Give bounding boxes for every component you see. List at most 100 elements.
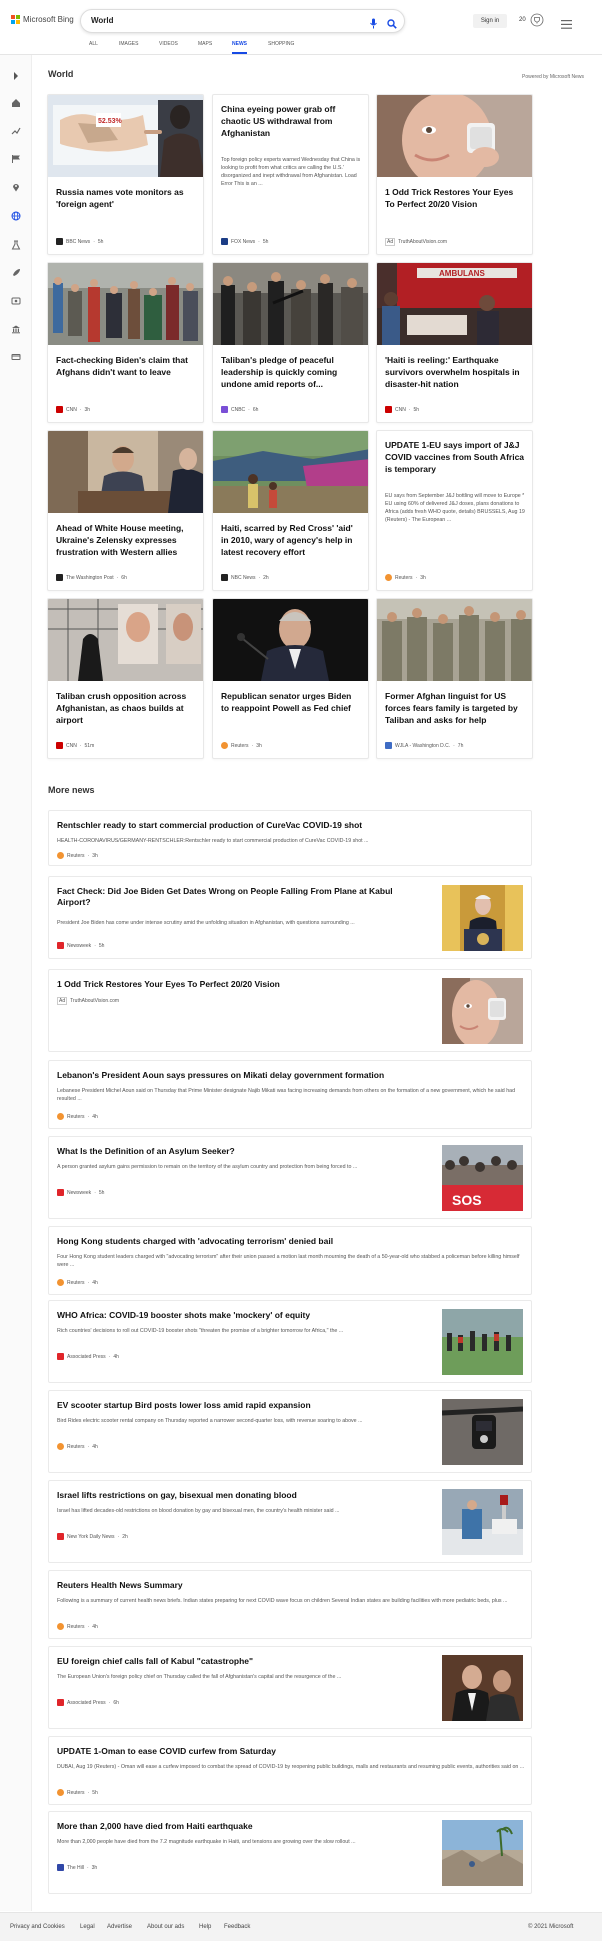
entertainment-icon[interactable] xyxy=(11,293,21,305)
news-row[interactable]: Fact Check: Did Joe Biden Get Dates Wron… xyxy=(48,876,532,959)
row-title[interactable]: Hong Kong students charged with 'advocat… xyxy=(57,1236,333,1247)
card-title[interactable]: Taliban's pledge of peaceful leadership … xyxy=(221,354,361,390)
sign-in-button[interactable]: Sign in xyxy=(473,14,507,28)
biden-photo xyxy=(442,885,523,951)
tab-news[interactable]: NEWS xyxy=(232,40,247,54)
row-title[interactable]: More than 2,000 have died from Haiti ear… xyxy=(57,1821,397,1832)
news-card[interactable]: AMBULANS 'Haiti is reeling:' Earthquake … xyxy=(376,262,533,423)
news-card[interactable]: Haiti, scarred by Red Cross' 'aid' in 20… xyxy=(212,430,369,591)
location-pin-icon[interactable] xyxy=(11,179,21,192)
powered-by-label[interactable]: Powered by Microsoft News xyxy=(522,74,584,80)
news-row[interactable]: More than 2,000 have died from Haiti ear… xyxy=(48,1811,532,1894)
news-row[interactable]: UPDATE 1-Oman to ease COVID curfew from … xyxy=(48,1736,532,1805)
news-card[interactable]: Fact-checking Biden's claim that Afghans… xyxy=(47,262,204,423)
copyright: © 2021 Microsoft xyxy=(528,1924,574,1930)
row-title[interactable]: EU foreign chief calls fall of Kabul "ca… xyxy=(57,1656,397,1667)
hamburger-menu-icon[interactable] xyxy=(561,16,572,34)
news-card[interactable]: UPDATE 1-EU says import of J&J COVID vac… xyxy=(376,430,533,591)
news-card[interactable]: China eyeing power grab off chaotic US w… xyxy=(212,94,369,255)
row-title[interactable]: Fact Check: Did Joe Biden Get Dates Wron… xyxy=(57,886,397,908)
trending-icon[interactable] xyxy=(11,123,21,135)
card-title[interactable]: Haiti, scarred by Red Cross' 'aid' in 20… xyxy=(221,522,361,558)
globe-icon[interactable] xyxy=(11,208,21,221)
news-row[interactable]: Hong Kong students charged with 'advocat… xyxy=(48,1226,532,1295)
card-title[interactable]: Russia names vote monitors as 'foreign a… xyxy=(56,186,196,210)
rewards-trophy-icon[interactable] xyxy=(530,13,544,32)
bing-logo[interactable]: Microsoft Bing xyxy=(11,15,74,24)
news-row[interactable]: Reuters Health News Summary Following is… xyxy=(48,1570,532,1639)
money-icon[interactable] xyxy=(11,349,21,360)
cnbc-logo-icon xyxy=(221,406,228,413)
news-card[interactable]: Taliban crush opposition across Afghanis… xyxy=(47,598,204,759)
microphone-icon[interactable] xyxy=(369,16,378,34)
row-source: Reuters · 3h xyxy=(57,852,98,859)
legal-link[interactable]: Legal xyxy=(80,1924,95,1930)
news-row[interactable]: EU foreign chief calls fall of Kabul "ca… xyxy=(48,1646,532,1729)
row-snippet: The European Union's foreign policy chie… xyxy=(57,1674,342,1680)
row-title[interactable]: WHO Africa: COVID-19 booster shots make … xyxy=(57,1310,397,1321)
privacy-link[interactable]: Privacy and Cookies xyxy=(10,1924,65,1930)
feedback-link[interactable]: Feedback xyxy=(224,1924,250,1930)
tab-videos[interactable]: VIDEOS xyxy=(159,40,178,54)
news-row[interactable]: Rentschler ready to start commercial pro… xyxy=(48,810,532,866)
expand-rail-icon[interactable] xyxy=(11,68,21,80)
business-icon[interactable] xyxy=(11,321,21,334)
row-source: The Hill · 3h xyxy=(57,1864,97,1871)
row-title[interactable]: EV scooter startup Bird posts lower loss… xyxy=(57,1400,397,1411)
row-title[interactable]: Israel lifts restrictions on gay, bisexu… xyxy=(57,1490,397,1501)
news-card[interactable]: Republican senator urges Biden to reappo… xyxy=(212,598,369,759)
row-title[interactable]: UPDATE 1-Oman to ease COVID curfew from … xyxy=(57,1746,276,1757)
card-source: The Washington Post · 6h xyxy=(56,574,127,581)
card-title[interactable]: Fact-checking Biden's claim that Afghans… xyxy=(56,354,196,378)
news-card[interactable]: Former Afghan linguist for US forces fea… xyxy=(376,598,533,759)
tab-maps[interactable]: MAPS xyxy=(198,40,212,54)
row-snippet: President Joe Biden has come under inten… xyxy=(57,920,355,926)
home-icon[interactable] xyxy=(11,95,21,107)
tab-images[interactable]: IMAGES xyxy=(119,40,138,54)
blood-photo xyxy=(442,1489,523,1555)
scooter-photo xyxy=(441,1399,524,1465)
row-snippet: Lebanese President Michel Aoun said on T… xyxy=(57,1088,516,1102)
help-link[interactable]: Help xyxy=(199,1924,211,1930)
card-title[interactable]: 1 Odd Trick Restores Your Eyes To Perfec… xyxy=(385,186,525,210)
rewards-points[interactable]: 20 xyxy=(519,17,526,23)
ambulance-photo: AMBULANS xyxy=(377,263,532,345)
search-icon[interactable] xyxy=(387,16,397,34)
news-row[interactable]: What Is the Definition of an Asylum Seek… xyxy=(48,1136,532,1219)
row-title[interactable]: 1 Odd Trick Restores Your Eyes To Perfec… xyxy=(57,979,397,990)
news-row[interactable]: Israel lifts restrictions on gay, bisexu… xyxy=(48,1480,532,1563)
ad-row[interactable]: 1 Odd Trick Restores Your Eyes To Perfec… xyxy=(48,969,532,1052)
row-title[interactable]: Reuters Health News Summary xyxy=(57,1580,183,1591)
card-title[interactable]: Ahead of White House meeting, Ukraine's … xyxy=(56,522,196,558)
row-title[interactable]: Lebanon's President Aoun says pressures … xyxy=(57,1070,384,1081)
ad-card[interactable]: 1 Odd Trick Restores Your Eyes To Perfec… xyxy=(376,94,533,255)
tab-all[interactable]: ALL xyxy=(89,40,98,54)
news-card[interactable]: Taliban's pledge of peaceful leadership … xyxy=(212,262,369,423)
row-snippet: HEALTH-CORONAVIRUS/GERMANY-RENTSCHLER:Re… xyxy=(57,838,369,844)
card-title[interactable]: Republican senator urges Biden to reappo… xyxy=(221,690,361,714)
news-card[interactable]: 52.53% Russia names vote monitors as 'fo… xyxy=(47,94,204,255)
about-ads-link[interactable]: About our ads xyxy=(147,1924,184,1930)
cnn-logo-icon xyxy=(56,742,63,749)
card-title[interactable]: Taliban crush opposition across Afghanis… xyxy=(56,690,196,726)
card-snippet: EU says from September J&J bottling will… xyxy=(385,493,525,523)
news-card[interactable]: Ahead of White House meeting, Ukraine's … xyxy=(47,430,204,591)
card-title[interactable]: UPDATE 1-EU says import of J&J COVID vac… xyxy=(385,439,525,475)
card-title[interactable]: China eyeing power grab off chaotic US w… xyxy=(221,103,361,139)
us-flag-icon[interactable] xyxy=(11,151,21,163)
card-title[interactable]: 'Haiti is reeling:' Earthquake survivors… xyxy=(385,354,525,390)
tab-shopping[interactable]: SHOPPING xyxy=(268,40,294,54)
rocket-icon[interactable] xyxy=(11,265,21,276)
science-icon[interactable] xyxy=(11,237,21,250)
news-row[interactable]: EV scooter startup Bird posts lower loss… xyxy=(48,1390,532,1473)
row-source: Ad TruthAboutVision.com xyxy=(57,997,120,1005)
row-title[interactable]: Rentschler ready to start commercial pro… xyxy=(57,820,362,831)
reuters-logo-icon xyxy=(57,1789,64,1796)
row-title[interactable]: What Is the Definition of an Asylum Seek… xyxy=(57,1146,397,1157)
card-title[interactable]: Former Afghan linguist for US forces fea… xyxy=(385,690,525,726)
reuters-logo-icon xyxy=(221,742,228,749)
advertise-link[interactable]: Advertise xyxy=(107,1924,132,1930)
news-row[interactable]: Lebanon's President Aoun says pressures … xyxy=(48,1060,532,1129)
news-row[interactable]: WHO Africa: COVID-19 booster shots make … xyxy=(48,1300,532,1383)
search-input[interactable] xyxy=(91,16,341,25)
